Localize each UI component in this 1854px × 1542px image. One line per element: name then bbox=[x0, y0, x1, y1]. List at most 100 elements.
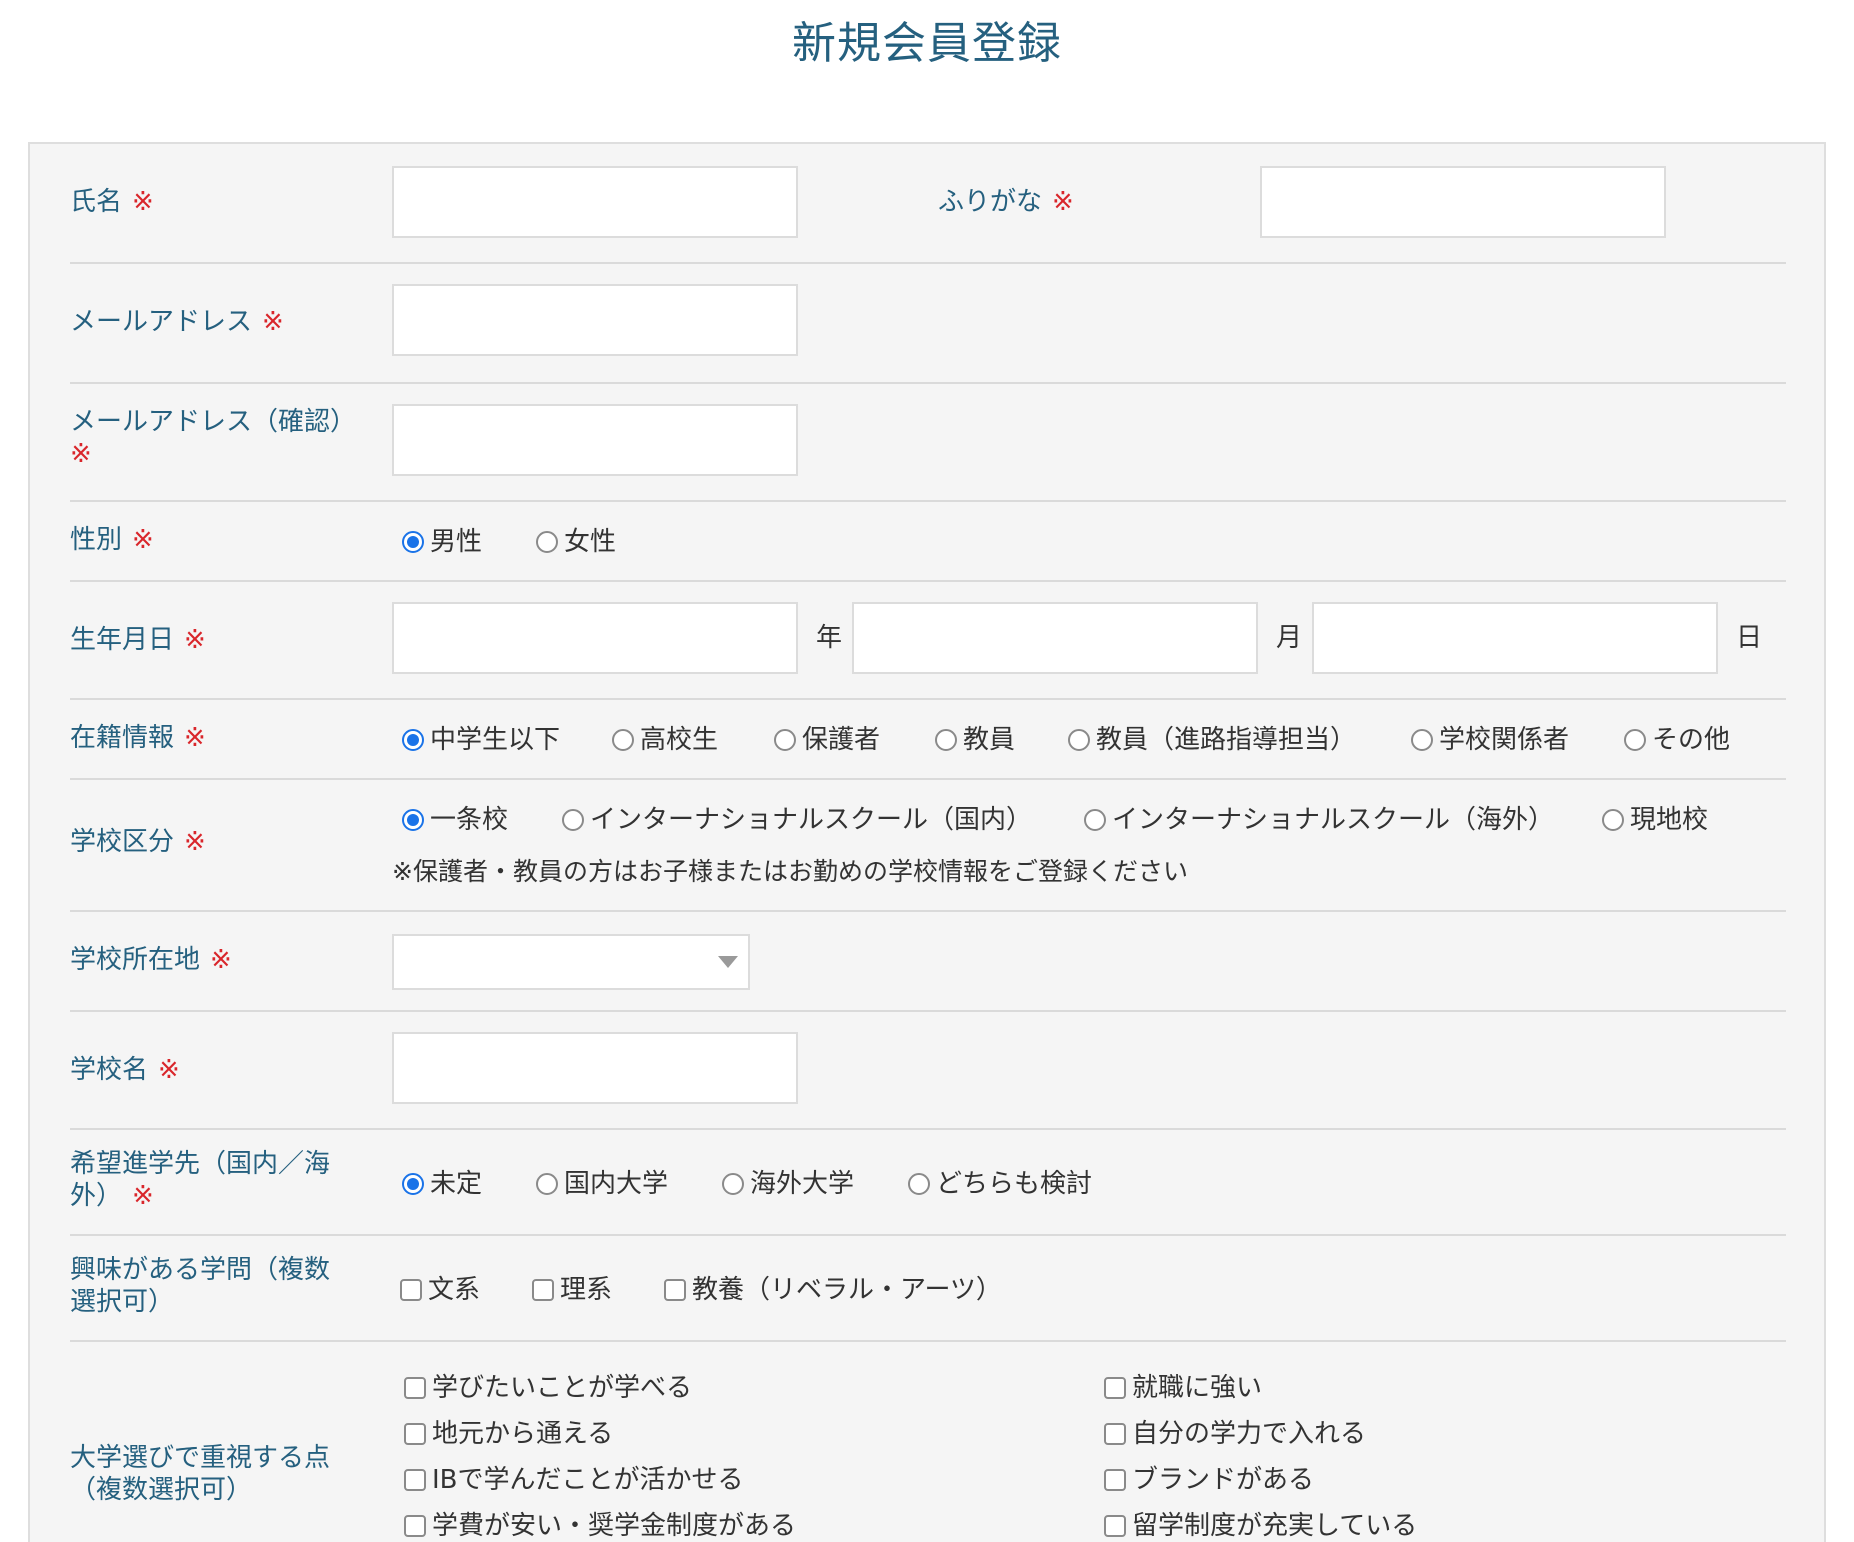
checkbox[interactable] bbox=[1104, 1469, 1126, 1491]
gender-option-female[interactable]: 女性 bbox=[536, 526, 616, 558]
radio-button[interactable] bbox=[402, 1173, 424, 1195]
email-input[interactable] bbox=[392, 284, 798, 356]
row-school-type: 学校区分 ※ 一条校 インターナショナルスクール（国内） インターナショナルスクー… bbox=[70, 780, 1786, 912]
checkbox[interactable] bbox=[404, 1469, 426, 1491]
radio-button[interactable] bbox=[1084, 809, 1106, 831]
radio-button[interactable] bbox=[536, 531, 558, 553]
row-enrollment: 在籍情報 ※ 中学生以下 高校生 保護者 教員 教員（進路指導担当） 学校関係者 … bbox=[70, 700, 1786, 780]
email-confirm-input[interactable] bbox=[392, 404, 798, 476]
interests-option-liberal-arts[interactable]: 教養（リベラル・アーツ） bbox=[664, 1274, 1002, 1306]
page-title: 新規会員登録 bbox=[792, 18, 1062, 69]
row-email-confirm: メールアドレス（確認） ※ bbox=[70, 384, 1786, 502]
required-mark: ※ bbox=[132, 525, 154, 555]
furigana-label: ふりがな ※ bbox=[938, 187, 1074, 217]
row-school-name: 学校名 ※ bbox=[70, 1012, 1786, 1130]
checkbox[interactable] bbox=[404, 1377, 426, 1399]
checkbox[interactable] bbox=[664, 1279, 686, 1301]
day-unit: 日 bbox=[1736, 623, 1763, 653]
row-name: 氏名 ※ ふりがな ※ bbox=[70, 166, 1786, 264]
school-name-label: 学校名 ※ bbox=[70, 1055, 180, 1085]
priorities-label: 大学選びで重視する点 （複数選択可） bbox=[70, 1443, 331, 1505]
interests-label: 興味がある学問（複数 選択可） bbox=[70, 1255, 331, 1317]
gender-option-male[interactable]: 男性 bbox=[402, 526, 482, 558]
radio-button[interactable] bbox=[1068, 729, 1090, 751]
enrollment-option-teacher[interactable]: 教員 bbox=[935, 724, 1015, 756]
radio-button[interactable] bbox=[402, 531, 424, 553]
priority-option[interactable]: 自分の学力で入れる bbox=[1104, 1418, 1366, 1450]
priority-option[interactable]: 学びたいことが学べる bbox=[404, 1372, 692, 1404]
birth-year-input[interactable] bbox=[392, 602, 798, 674]
checkbox[interactable] bbox=[1104, 1515, 1126, 1537]
required-mark: ※ bbox=[210, 945, 232, 975]
checkbox[interactable] bbox=[1104, 1377, 1126, 1399]
radio-button[interactable] bbox=[402, 729, 424, 751]
required-mark: ※ bbox=[184, 827, 206, 857]
row-gender: 性別 ※ 男性 女性 bbox=[70, 502, 1786, 582]
enrollment-option-other[interactable]: その他 bbox=[1624, 724, 1730, 756]
radio-button[interactable] bbox=[935, 729, 957, 751]
radio-button[interactable] bbox=[1624, 729, 1646, 751]
row-priorities: 大学選びで重視する点 （複数選択可） 学びたいことが学べる 地元から通える IB… bbox=[70, 1342, 1786, 1541]
birthday-label: 生年月日 ※ bbox=[70, 625, 206, 655]
name-input[interactable] bbox=[392, 166, 798, 238]
school-type-option-ichijo[interactable]: 一条校 bbox=[402, 804, 508, 836]
interests-option-humanities[interactable]: 文系 bbox=[400, 1274, 480, 1306]
destination-label: 希望進学先（国内／海 外） ※ bbox=[70, 1149, 331, 1211]
interests-option-science[interactable]: 理系 bbox=[532, 1274, 612, 1306]
year-unit: 年 bbox=[816, 623, 843, 653]
row-school-location: 学校所在地 ※ bbox=[70, 912, 1786, 1012]
checkbox[interactable] bbox=[404, 1515, 426, 1537]
radio-button[interactable] bbox=[722, 1173, 744, 1195]
row-interests: 興味がある学問（複数 選択可） 文系 理系 教養（リベラル・アーツ） bbox=[70, 1236, 1786, 1342]
radio-button[interactable] bbox=[774, 729, 796, 751]
priority-option[interactable]: 地元から通える bbox=[404, 1418, 613, 1450]
destination-option-both[interactable]: どちらも検討 bbox=[908, 1168, 1092, 1200]
enrollment-option-school-staff[interactable]: 学校関係者 bbox=[1411, 724, 1569, 756]
month-unit: 月 bbox=[1276, 623, 1303, 653]
radio-button[interactable] bbox=[536, 1173, 558, 1195]
email-confirm-label: メールアドレス（確認） ※ bbox=[70, 407, 357, 469]
name-label: 氏名 ※ bbox=[70, 187, 154, 217]
radio-button[interactable] bbox=[402, 809, 424, 831]
enrollment-option-career-teacher[interactable]: 教員（進路指導担当） bbox=[1068, 724, 1356, 756]
destination-option-undecided[interactable]: 未定 bbox=[402, 1168, 482, 1200]
priority-option[interactable]: IBで学んだことが活かせる bbox=[404, 1464, 744, 1496]
radio-button[interactable] bbox=[908, 1173, 930, 1195]
enrollment-option-junior[interactable]: 中学生以下 bbox=[402, 724, 560, 756]
radio-button[interactable] bbox=[612, 729, 634, 751]
checkbox[interactable] bbox=[532, 1279, 554, 1301]
checkbox[interactable] bbox=[404, 1423, 426, 1445]
destination-option-overseas[interactable]: 海外大学 bbox=[722, 1168, 854, 1200]
checkbox[interactable] bbox=[1104, 1423, 1126, 1445]
enrollment-option-parent[interactable]: 保護者 bbox=[774, 724, 880, 756]
row-destination: 希望進学先（国内／海 外） ※ 未定 国内大学 海外大学 どちらも検討 bbox=[70, 1130, 1786, 1236]
chevron-down-icon bbox=[718, 956, 738, 968]
birth-day-input[interactable] bbox=[1312, 602, 1718, 674]
school-type-option-intl-overseas[interactable]: インターナショナルスクール（海外） bbox=[1084, 804, 1554, 836]
school-type-option-local[interactable]: 現地校 bbox=[1602, 804, 1708, 836]
required-mark: ※ bbox=[132, 1181, 154, 1211]
radio-button[interactable] bbox=[562, 809, 584, 831]
priority-option[interactable]: ブランドがある bbox=[1104, 1464, 1314, 1496]
gender-label: 性別 ※ bbox=[70, 525, 154, 555]
furigana-input[interactable] bbox=[1260, 166, 1666, 238]
school-type-option-intl-domestic[interactable]: インターナショナルスクール（国内） bbox=[562, 804, 1032, 836]
school-location-label: 学校所在地 ※ bbox=[70, 945, 232, 975]
destination-option-domestic[interactable]: 国内大学 bbox=[536, 1168, 668, 1200]
radio-button[interactable] bbox=[1602, 809, 1624, 831]
priority-option[interactable]: 学費が安い・奨学金制度がある bbox=[404, 1510, 796, 1542]
required-mark: ※ bbox=[1052, 187, 1074, 217]
required-mark: ※ bbox=[158, 1055, 180, 1085]
school-type-note: ※保護者・教員の方はお子様またはお勤めの学校情報をご登録ください bbox=[392, 857, 1188, 886]
birth-month-input[interactable] bbox=[852, 602, 1258, 674]
enrollment-option-highschool[interactable]: 高校生 bbox=[612, 724, 718, 756]
priority-option[interactable]: 就職に強い bbox=[1104, 1372, 1262, 1404]
required-mark: ※ bbox=[184, 625, 206, 655]
row-birthday: 生年月日 ※ 年 月 日 bbox=[70, 582, 1786, 700]
radio-button[interactable] bbox=[1411, 729, 1433, 751]
checkbox[interactable] bbox=[400, 1279, 422, 1301]
school-location-select[interactable] bbox=[392, 934, 750, 990]
priority-option[interactable]: 留学制度が充実している bbox=[1104, 1510, 1417, 1542]
row-email: メールアドレス ※ bbox=[70, 264, 1786, 384]
school-name-input[interactable] bbox=[392, 1032, 798, 1104]
